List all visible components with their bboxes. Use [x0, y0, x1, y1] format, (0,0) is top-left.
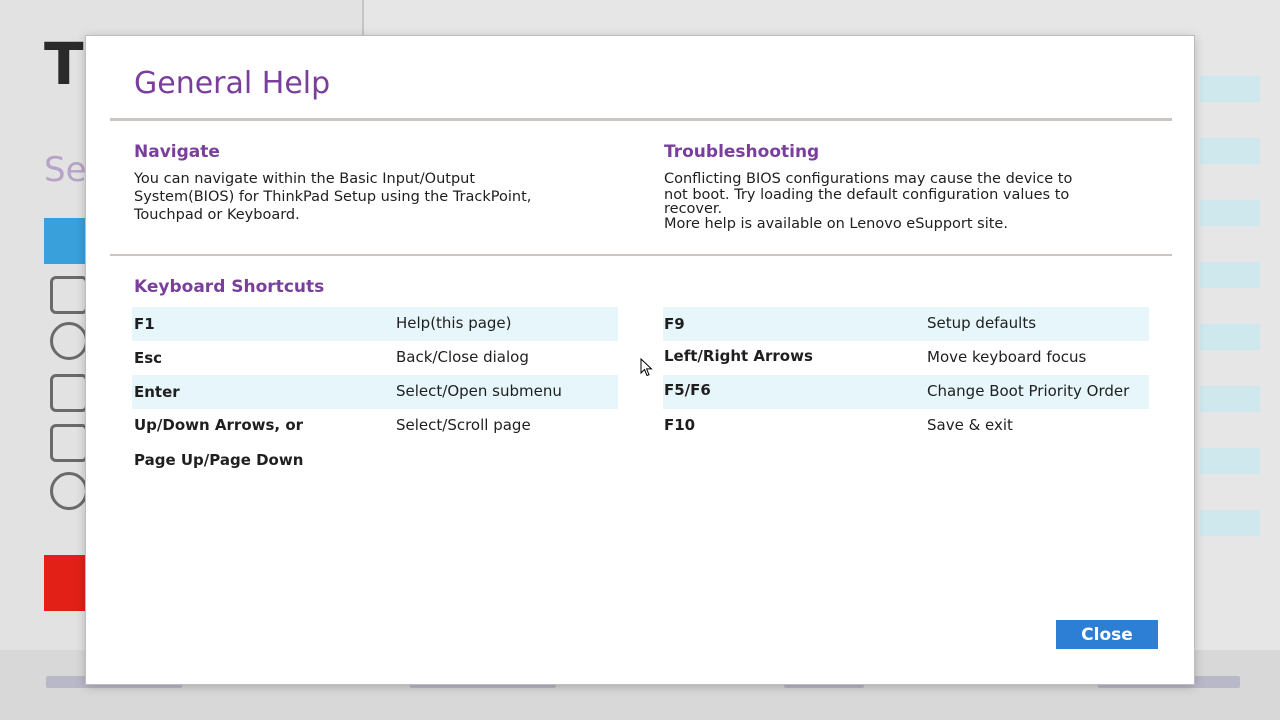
mouse-pointer-icon: [640, 358, 653, 377]
background-row-stripe: [1200, 448, 1260, 474]
shortcut-description: Select/Open submenu: [396, 382, 562, 400]
background-startup-icon: [50, 424, 88, 462]
shortcut-key: F10: [664, 416, 696, 434]
shortcut-description: Help(this page): [396, 314, 512, 332]
troubleshooting-text-line: not boot. Try loading the default config…: [664, 187, 1070, 203]
background-clock-icon: [50, 322, 88, 360]
shortcut-row: Up/Down Arrows, or Page Up/Page Down Sel…: [132, 409, 618, 469]
shortcut-key: F5/F6: [664, 381, 711, 399]
navigate-text-line: System(BIOS) for ThinkPad Setup using th…: [134, 189, 532, 205]
shortcut-description: Save & exit: [927, 416, 1013, 434]
background-row-stripe: [1200, 138, 1260, 164]
shortcut-description: Back/Close dialog: [396, 348, 529, 366]
troubleshooting-text: Conflicting BIOS configurations may caus…: [664, 172, 1072, 232]
background-row-stripe: [1200, 510, 1260, 536]
dialog-title: General Help: [134, 66, 331, 101]
section-divider: [110, 254, 1172, 256]
shortcut-row: F10 Save & exit: [663, 409, 1149, 443]
background-sidebar-heading-fragment: Se: [44, 150, 87, 190]
background-restart-icon: [50, 472, 88, 510]
shortcut-row: Enter Select/Open submenu: [132, 375, 618, 409]
close-button[interactable]: Close: [1056, 620, 1158, 649]
shortcut-key: Left/Right Arrows: [664, 347, 813, 365]
shortcut-description: Change Boot Priority Order: [927, 382, 1130, 400]
background-row-stripe: [1200, 262, 1260, 288]
background-home-icon: [44, 218, 88, 264]
shortcut-row: F9 Setup defaults: [663, 307, 1149, 341]
shortcut-row: Left/Right Arrows Move keyboard focus: [663, 341, 1149, 375]
troubleshooting-text-line: More help is available on Lenovo eSuppor…: [664, 216, 1008, 232]
troubleshooting-text-line: recover.: [664, 201, 723, 217]
shortcuts-left-column: F1 Help(this page) Esc Back/Close dialog…: [132, 307, 618, 469]
background-lenovo-badge: [44, 555, 88, 611]
shortcut-key: Esc: [134, 349, 163, 367]
shortcut-key: F1: [134, 315, 155, 333]
shortcut-row: F1 Help(this page): [132, 307, 618, 341]
title-divider: [110, 118, 1172, 121]
navigate-text: You can navigate within the Basic Input/…: [134, 172, 531, 223]
background-row-stripe: [1200, 324, 1260, 350]
shortcut-description: Move keyboard focus: [927, 348, 1087, 366]
shortcut-key: F9: [664, 315, 685, 333]
shortcuts-right-column: F9 Setup defaults Left/Right Arrows Move…: [663, 307, 1149, 443]
background-row-stripe: [1200, 76, 1260, 102]
navigate-text-line: You can navigate within the Basic Input/…: [134, 171, 476, 187]
shortcut-row: Esc Back/Close dialog: [132, 341, 618, 375]
keyboard-shortcuts-heading: Keyboard Shortcuts: [134, 277, 325, 297]
background-lock-icon: [50, 374, 88, 412]
shortcut-key: Enter: [134, 383, 180, 401]
background-row-stripe: [1200, 200, 1260, 226]
shortcut-description: Select/Scroll page: [396, 416, 531, 434]
background-config-icon: [50, 276, 88, 314]
shortcut-key: Up/Down Arrows, or: [134, 416, 304, 434]
troubleshooting-text-line: Conflicting BIOS configurations may caus…: [664, 171, 1073, 187]
troubleshooting-heading: Troubleshooting: [664, 142, 820, 162]
background-row-stripe: [1200, 386, 1260, 412]
shortcut-description: Setup defaults: [927, 314, 1037, 332]
navigate-text-line: Touchpad or Keyboard.: [134, 207, 300, 223]
navigate-heading: Navigate: [134, 142, 220, 162]
shortcut-key-second-line: Page Up/Page Down: [134, 451, 304, 469]
shortcut-row: F5/F6 Change Boot Priority Order: [663, 375, 1149, 409]
